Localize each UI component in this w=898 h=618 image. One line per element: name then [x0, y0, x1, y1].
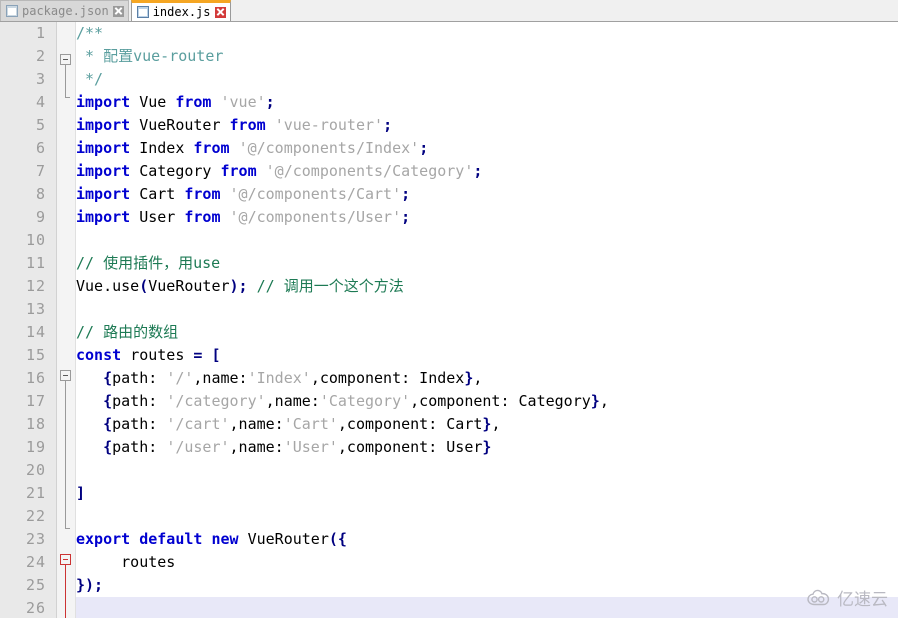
code-line[interactable]: 20: [0, 459, 898, 482]
close-icon[interactable]: [214, 6, 226, 18]
code-line[interactable]: 10: [0, 229, 898, 252]
line-number: 13: [25, 300, 46, 318]
code-line[interactable]: 11 // 使用插件，用use: [0, 252, 898, 275]
line-number: 9: [35, 208, 46, 226]
code-line[interactable]: 17 {path: '/category',name:'Category',co…: [0, 390, 898, 413]
line-number: 16: [25, 369, 46, 387]
line-content: {path: '/category',name:'Category',compo…: [103, 392, 609, 410]
line-content: // 路由的数组: [76, 323, 179, 341]
code-line[interactable]: 23 export default new VueRouter({: [0, 528, 898, 551]
file-icon: [6, 5, 18, 17]
line-content: routes: [121, 553, 176, 571]
code-line[interactable]: 14 // 路由的数组: [0, 321, 898, 344]
code-line[interactable]: 16 {path: '/',name:'Index',component: In…: [0, 367, 898, 390]
line-number: 5: [35, 116, 46, 134]
line-number: 24: [25, 553, 46, 571]
line-number: 11: [25, 254, 46, 272]
code-line[interactable]: 22: [0, 505, 898, 528]
code-line[interactable]: 13: [0, 298, 898, 321]
code-line[interactable]: 5 import VueRouter from 'vue-router';: [0, 114, 898, 137]
line-number: 19: [25, 438, 46, 456]
line-content: {path: '/cart',name:'Cart',component: Ca…: [103, 415, 501, 433]
line-content: import VueRouter from 'vue-router';: [76, 116, 393, 134]
tab-label: package.json: [22, 4, 109, 18]
line-content: * 配置vue-router: [76, 47, 224, 65]
line-number: 26: [25, 599, 46, 617]
line-content: import Vue from 'vue';: [76, 93, 275, 111]
line-number: 14: [25, 323, 46, 341]
code-line[interactable]: 19 {path: '/user',name:'User',component:…: [0, 436, 898, 459]
tab-index-js[interactable]: index.js: [130, 0, 231, 21]
code-line[interactable]: 21 ]: [0, 482, 898, 505]
current-line-highlight: [76, 597, 898, 618]
close-icon[interactable]: [112, 5, 124, 17]
line-number: 20: [25, 461, 46, 479]
code-line[interactable]: 2 * 配置vue-router: [0, 45, 898, 68]
line-content: {path: '/user',name:'User',component: Us…: [103, 438, 492, 456]
code-line[interactable]: 8 import Cart from '@/components/Cart';: [0, 183, 898, 206]
line-content: */: [76, 70, 104, 88]
line-content: ]: [76, 484, 86, 502]
code-line[interactable]: 9 import User from '@/components/User';: [0, 206, 898, 229]
code-line[interactable]: 4 import Vue from 'vue';: [0, 91, 898, 114]
code-line[interactable]: 25 });: [0, 574, 898, 597]
tab-package-json[interactable]: package.json: [0, 0, 129, 21]
line-number: 2: [35, 47, 46, 65]
line-content: import Index from '@/components/Index';: [76, 139, 429, 157]
line-content: import Category from '@/components/Categ…: [76, 162, 483, 180]
code-line[interactable]: 24 routes: [0, 551, 898, 574]
line-content: export default new VueRouter({: [76, 530, 347, 548]
line-number: 21: [25, 484, 46, 502]
code-line[interactable]: 7 import Category from '@/components/Cat…: [0, 160, 898, 183]
code-line[interactable]: 15 const routes = [: [0, 344, 898, 367]
line-number: 10: [25, 231, 46, 249]
code-line[interactable]: 3 */: [0, 68, 898, 91]
line-number: 3: [35, 70, 46, 88]
line-number: 25: [25, 576, 46, 594]
line-content: const routes = [: [76, 346, 221, 364]
line-number: 7: [35, 162, 46, 180]
line-content: import Cart from '@/components/Cart';: [76, 185, 411, 203]
line-content: {path: '/',name:'Index',component: Index…: [103, 369, 483, 387]
code-line[interactable]: 1 /**: [0, 22, 898, 45]
tab-label: index.js: [152, 5, 211, 19]
code-line[interactable]: 6 import Index from '@/components/Index'…: [0, 137, 898, 160]
tab-bar: package.json index.js: [0, 0, 898, 22]
line-number: 17: [25, 392, 46, 410]
line-number: 23: [25, 530, 46, 548]
code-line[interactable]: 12 Vue.use(VueRouter); // 调用一个这个方法: [0, 275, 898, 298]
line-number: 6: [35, 139, 46, 157]
line-number: 1: [35, 24, 46, 42]
file-icon: [136, 6, 149, 18]
line-content: // 使用插件，用use: [76, 254, 221, 272]
line-content: });: [76, 576, 104, 594]
line-number: 18: [25, 415, 46, 433]
line-number: 4: [35, 93, 46, 111]
code-editor[interactable]: 1 /** 2 * 配置vue-router 3 */ 4 import Vue…: [0, 22, 898, 618]
line-number: 22: [25, 507, 46, 525]
line-number: 12: [25, 277, 46, 295]
line-number: 15: [25, 346, 46, 364]
line-content: /**: [76, 24, 104, 42]
line-number: 8: [35, 185, 46, 203]
code-line[interactable]: 18 {path: '/cart',name:'Cart',component:…: [0, 413, 898, 436]
line-content: import User from '@/components/User';: [76, 208, 411, 226]
code-line-current[interactable]: 26: [0, 597, 898, 618]
line-content: Vue.use(VueRouter); // 调用一个这个方法: [76, 277, 404, 295]
code-lines: 1 /** 2 * 配置vue-router 3 */ 4 import Vue…: [0, 22, 898, 618]
